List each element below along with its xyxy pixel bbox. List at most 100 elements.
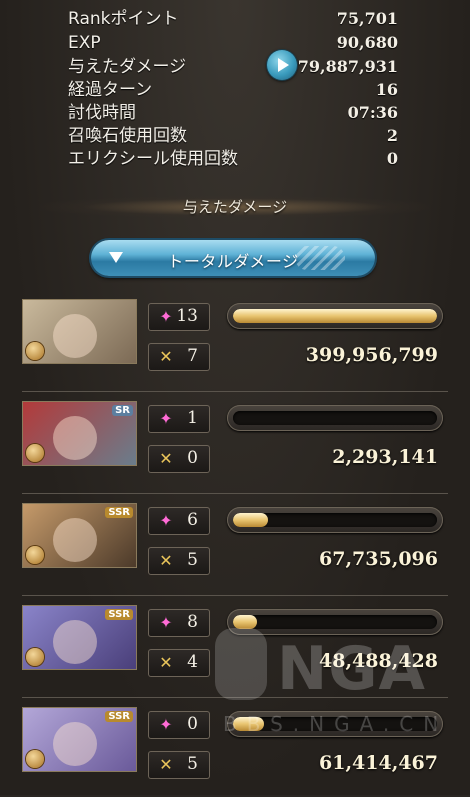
skill-count-badge: ✦ 6 (148, 507, 210, 535)
bar-track (233, 615, 437, 629)
skill-count-badge: ✦ 13 (148, 303, 210, 331)
damage-share-bar (227, 303, 443, 329)
crossed-swords-icon: ✕ (159, 347, 173, 366)
damage-share-bar (227, 711, 443, 737)
stat-value: 579,887,931 (286, 57, 398, 76)
stat-turns-elapsed: 経過ターン 16 (0, 79, 470, 101)
sparkle-icon: ✦ (159, 409, 173, 428)
crossed-swords-icon: ✕ (159, 449, 173, 468)
bar-track (233, 411, 437, 425)
total-damage-button[interactable]: トータルダメージ (91, 240, 375, 276)
stat-label: 経過ターン (68, 80, 153, 100)
skill-count: 1 (187, 408, 198, 428)
sparkle-icon: ✦ (159, 613, 173, 632)
ougi-count-badge: ✕ 4 (148, 649, 210, 677)
damage-section-header: 与えたダメージ (0, 190, 470, 224)
stat-label: 召喚石使用回数 (68, 126, 187, 146)
damage-value: 2,293,141 (332, 446, 438, 468)
skill-count: 0 (187, 714, 198, 734)
character-row: SR ✦ 1 ✕ 0 2,293,141 (22, 401, 448, 491)
element-icon (26, 444, 44, 462)
row-divider (22, 697, 448, 698)
stat-label: Rankポイント (68, 9, 179, 29)
bar-track (233, 513, 437, 527)
bar-fill (233, 615, 258, 629)
stat-label: エリクシール使用回数 (68, 149, 238, 169)
bar-fill (233, 309, 437, 323)
ougi-count-badge: ✕ 0 (148, 445, 210, 473)
ougi-count: 5 (187, 550, 198, 570)
portrait-face (53, 416, 97, 460)
damage-value: 399,956,799 (305, 344, 438, 366)
stat-value: 75,701 (336, 9, 398, 28)
element-icon (26, 546, 44, 564)
character-portrait[interactable]: SSR (22, 707, 137, 772)
character-row: ✦ 13 ✕ 7 399,956,799 (22, 299, 448, 389)
stat-value: 90,680 (336, 33, 398, 52)
button-shine (295, 246, 345, 270)
damage-share-bar (227, 507, 443, 533)
element-icon (26, 750, 44, 768)
element-icon (26, 648, 44, 666)
section-title: 与えたダメージ (182, 198, 288, 216)
character-row: SSR ✦ 8 ✕ 4 48,488,428 (22, 605, 448, 695)
damage-value: 67,735,096 (319, 548, 438, 570)
skill-count: 8 (187, 612, 198, 632)
crossed-swords-icon: ✕ (159, 551, 173, 570)
ougi-count: 7 (187, 346, 198, 366)
skill-count-badge: ✦ 1 (148, 405, 210, 433)
character-portrait[interactable]: SSR (22, 605, 137, 670)
portrait-face (53, 518, 97, 562)
stat-rank-points: Rankポイント 75,701 (0, 8, 470, 30)
character-row: SSR ✦ 0 ✕ 5 61,414,467 (22, 707, 448, 797)
ougi-count-badge: ✕ 5 (148, 751, 210, 779)
stat-value: 2 (386, 126, 398, 145)
bar-fill (233, 717, 264, 731)
sparkle-icon: ✦ (159, 307, 173, 326)
portrait-face (53, 722, 97, 766)
portrait-face (53, 620, 97, 664)
stat-value: 0 (386, 149, 398, 168)
stat-value: 16 (375, 80, 398, 99)
rarity-badge: SSR (105, 609, 133, 620)
damage-share-bar (227, 609, 443, 635)
character-portrait[interactable]: SSR (22, 503, 137, 568)
stat-exp: EXP 90,680 (0, 32, 470, 54)
element-icon (26, 342, 44, 360)
row-divider (22, 391, 448, 392)
crossed-swords-icon: ✕ (159, 653, 173, 672)
character-portrait[interactable] (22, 299, 137, 364)
skill-count: 6 (187, 510, 198, 530)
ougi-count-badge: ✕ 5 (148, 547, 210, 575)
ougi-count: 0 (187, 448, 198, 468)
stat-summon-uses: 召喚石使用回数 2 (0, 125, 470, 147)
character-row: SSR ✦ 6 ✕ 5 67,735,096 (22, 503, 448, 593)
stat-damage-dealt: 与えたダメージ 579,887,931 (0, 56, 470, 78)
crossed-swords-icon: ✕ (159, 755, 173, 774)
rarity-badge: SSR (105, 507, 133, 518)
rarity-badge: SR (112, 405, 133, 416)
play-icon[interactable] (267, 50, 297, 80)
character-portrait[interactable]: SR (22, 401, 137, 466)
bar-fill (233, 513, 268, 527)
portrait-face (53, 314, 97, 358)
rarity-badge: SSR (105, 711, 133, 722)
bar-track (233, 309, 437, 323)
skill-count-badge: ✦ 0 (148, 711, 210, 739)
sparkle-icon: ✦ (159, 511, 173, 530)
stat-label: EXP (68, 33, 101, 53)
row-divider (22, 493, 448, 494)
stat-label: 与えたダメージ (68, 57, 187, 77)
skill-count-badge: ✦ 8 (148, 609, 210, 637)
bar-track (233, 717, 437, 731)
skill-count: 13 (176, 306, 198, 326)
damage-value: 61,414,467 (319, 752, 438, 774)
row-divider (22, 595, 448, 596)
stat-clear-time: 討伐時間 07:36 (0, 102, 470, 124)
damage-share-bar (227, 405, 443, 431)
ougi-count: 4 (187, 652, 198, 672)
ougi-count: 5 (187, 754, 198, 774)
stat-label: 討伐時間 (68, 103, 136, 123)
ougi-count-badge: ✕ 7 (148, 343, 210, 371)
stat-value: 07:36 (347, 103, 398, 122)
